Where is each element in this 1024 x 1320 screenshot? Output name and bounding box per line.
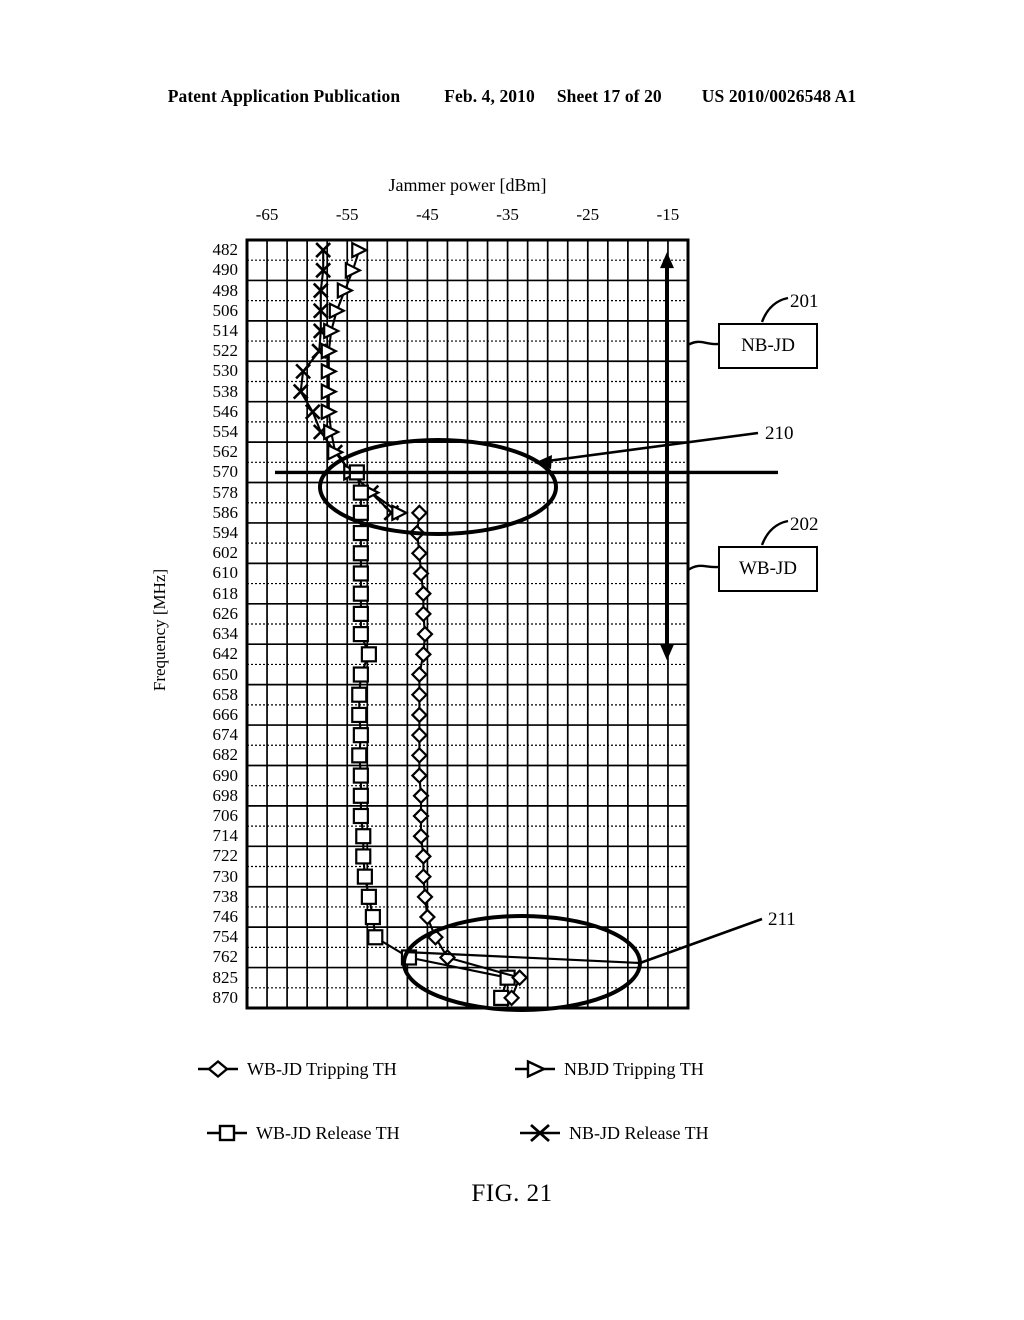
ellipse-lower-211 bbox=[402, 914, 642, 1012]
legend-label-wb-jd-tripping: WB-JD Tripping TH bbox=[247, 1058, 397, 1079]
figure-caption: FIG. 21 bbox=[471, 1180, 553, 1207]
y-tick-label: 602 bbox=[212, 543, 239, 563]
y-tick-label: 754 bbox=[212, 927, 239, 947]
x-tick-label: -35 bbox=[496, 205, 519, 224]
y-tick-label: 714 bbox=[212, 826, 239, 846]
y-axis-title: Frequency [MHz] bbox=[150, 568, 169, 692]
y-tick-label: 738 bbox=[212, 886, 239, 906]
y-tick-label: 722 bbox=[212, 846, 239, 866]
y-tick-label: 538 bbox=[212, 381, 239, 401]
y-tick-label: 698 bbox=[212, 785, 239, 805]
leader-arrow-210 bbox=[534, 455, 552, 469]
y-tick-label: 522 bbox=[212, 341, 239, 361]
x-tick-label: -65 bbox=[255, 205, 279, 224]
y-tick-label: 586 bbox=[212, 502, 239, 522]
y-tick-label: 506 bbox=[212, 300, 239, 320]
y-tick-label: 634 bbox=[212, 624, 239, 644]
legend-item-wb-jd-release: WB-JD Release TH bbox=[205, 1122, 400, 1144]
y-tick-label: 498 bbox=[212, 280, 239, 300]
x-tick-label: -25 bbox=[576, 205, 600, 224]
y-tick-label: 706 bbox=[212, 806, 239, 825]
leader-line-211 bbox=[639, 917, 763, 965]
diamond-marker bbox=[198, 1059, 238, 1079]
callout-box-wb-jd: WB-JD bbox=[718, 546, 818, 592]
y-tick-label: 570 bbox=[212, 462, 239, 482]
legend-item-nb-jd-release: NB-JD Release TH bbox=[518, 1122, 709, 1144]
callout-box-nb-jd: NB-JD bbox=[718, 323, 818, 369]
y-tick-label: 554 bbox=[212, 422, 239, 441]
arrow-head-up bbox=[660, 252, 674, 269]
y-tick-label: 626 bbox=[212, 603, 239, 623]
y-tick-label: 658 bbox=[212, 684, 239, 704]
leader-tick-202 bbox=[760, 519, 789, 546]
callout-box-wb-jd-label: WB-JD bbox=[738, 558, 798, 579]
y-tick-label: 666 bbox=[212, 704, 239, 724]
reference-numeral-211: 211 bbox=[768, 909, 796, 930]
ellipse-upper-210 bbox=[318, 438, 558, 536]
x-tick-label: -55 bbox=[335, 205, 359, 224]
legend-label-nb-jd-release: NB-JD Release TH bbox=[569, 1122, 709, 1143]
leader-line-211-inner bbox=[404, 950, 641, 965]
legend-label-nbjd-tripping: NBJD Tripping TH bbox=[564, 1058, 704, 1079]
y-tick-label: 578 bbox=[212, 482, 239, 502]
y-tick-label: 650 bbox=[212, 664, 239, 684]
y-tick-label: 546 bbox=[212, 401, 239, 421]
y-tick-label: 642 bbox=[212, 644, 239, 664]
leader-tick-201 bbox=[760, 296, 789, 323]
leader-line-210 bbox=[539, 431, 759, 464]
legend-label-wb-jd-release: WB-JD Release TH bbox=[256, 1122, 400, 1143]
reference-numeral-201: 201 bbox=[790, 291, 819, 312]
x-tick-label: -45 bbox=[416, 205, 439, 224]
arrow-head-down bbox=[660, 644, 674, 661]
square-marker bbox=[207, 1124, 247, 1142]
legend-item-nbjd-tripping: NBJD Tripping TH bbox=[513, 1058, 704, 1080]
x-tick-label: -15 bbox=[656, 205, 680, 224]
y-tick-label: 690 bbox=[212, 765, 239, 785]
leader-curve-201 bbox=[687, 340, 719, 347]
series-wb-jd-release-th bbox=[348, 464, 516, 1006]
y-tick-label: 825 bbox=[212, 967, 239, 987]
y-tick-label: 594 bbox=[212, 523, 239, 543]
series-nbjd-tripping-th bbox=[320, 241, 409, 522]
y-tick-label: 674 bbox=[212, 725, 239, 745]
y-tick-label: 746 bbox=[212, 907, 239, 927]
figure-21: Jammer power [dBm] Frequency [MHz] -65 -5… bbox=[0, 0, 1024, 1320]
right-triangle-marker bbox=[515, 1059, 555, 1079]
y-tick-label: 730 bbox=[212, 866, 239, 886]
leader-curve-202 bbox=[687, 564, 719, 572]
y-tick-label: 482 bbox=[212, 240, 239, 260]
y-tick-label: 562 bbox=[212, 442, 239, 462]
grid-lines bbox=[246, 239, 689, 1009]
callout-box-nb-jd-label: NB-JD bbox=[741, 335, 795, 356]
series-wb-jd-tripping-th bbox=[408, 504, 529, 1007]
annotation-layer bbox=[275, 252, 789, 1012]
reference-numeral-210: 210 bbox=[765, 423, 794, 444]
y-tick-label: 870 bbox=[212, 987, 239, 1007]
y-tick-label: 682 bbox=[212, 745, 239, 765]
y-tick-label: 762 bbox=[212, 947, 239, 967]
x-axis-title: Jammer power [dBm] bbox=[388, 175, 547, 195]
plot-frame bbox=[245, 238, 690, 1010]
series-nb-jd-release-th bbox=[292, 242, 400, 521]
y-tick-label: 514 bbox=[212, 320, 239, 340]
y-tick-label: 618 bbox=[212, 583, 239, 603]
y-tick-label: 490 bbox=[212, 260, 239, 280]
reference-numeral-202: 202 bbox=[790, 514, 819, 535]
y-tick-label: 610 bbox=[212, 563, 239, 583]
cross-marker bbox=[520, 1123, 560, 1143]
legend-item-wb-jd-tripping: WB-JD Tripping TH bbox=[196, 1058, 397, 1080]
y-tick-label: 530 bbox=[212, 361, 239, 381]
